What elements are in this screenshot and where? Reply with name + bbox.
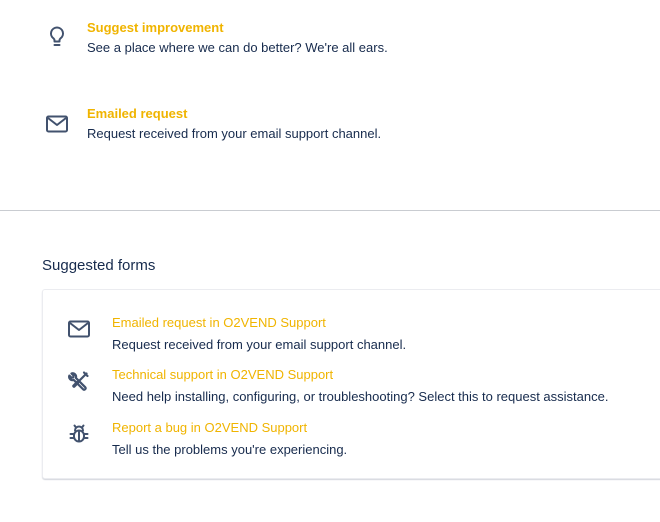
suggested-forms-card: Emailed request in O2VEND Support Reques… bbox=[42, 289, 660, 479]
bug-icon bbox=[67, 422, 91, 446]
request-type-title[interactable]: Emailed request bbox=[87, 106, 187, 122]
suggested-form-description: Need help installing, configuring, or tr… bbox=[112, 389, 609, 404]
envelope-icon bbox=[45, 112, 69, 136]
suggested-forms-heading: Suggested forms bbox=[42, 257, 156, 274]
request-type-description: Request received from your email support… bbox=[87, 126, 382, 141]
request-type-description: See a place where we can do better? We'r… bbox=[87, 40, 388, 55]
request-type-emailed-request[interactable]: Emailed request Request received from yo… bbox=[0, 106, 660, 146]
suggested-form-title[interactable]: Report a bug in O2VEND Support bbox=[112, 420, 307, 436]
request-type-suggest-improvement[interactable]: Suggest improvement See a place where we… bbox=[0, 20, 660, 60]
lightbulb-icon bbox=[45, 25, 69, 49]
suggested-form-emailed-request[interactable]: Emailed request in O2VEND Support Reques… bbox=[43, 315, 643, 359]
envelope-icon bbox=[67, 317, 91, 341]
suggested-form-title[interactable]: Technical support in O2VEND Support bbox=[112, 367, 333, 383]
suggested-form-technical-support[interactable]: Technical support in O2VEND Support Need… bbox=[43, 367, 643, 411]
suggested-form-description: Request received from your email support… bbox=[112, 337, 407, 352]
suggested-form-report-bug[interactable]: Report a bug in O2VEND Support Tell us t… bbox=[43, 420, 643, 464]
request-type-title[interactable]: Suggest improvement bbox=[87, 20, 224, 36]
suggested-form-title[interactable]: Emailed request in O2VEND Support bbox=[112, 315, 326, 331]
section-divider bbox=[0, 210, 660, 211]
suggested-form-description: Tell us the problems you're experiencing… bbox=[112, 442, 348, 457]
wrench-screwdriver-icon bbox=[67, 369, 91, 393]
